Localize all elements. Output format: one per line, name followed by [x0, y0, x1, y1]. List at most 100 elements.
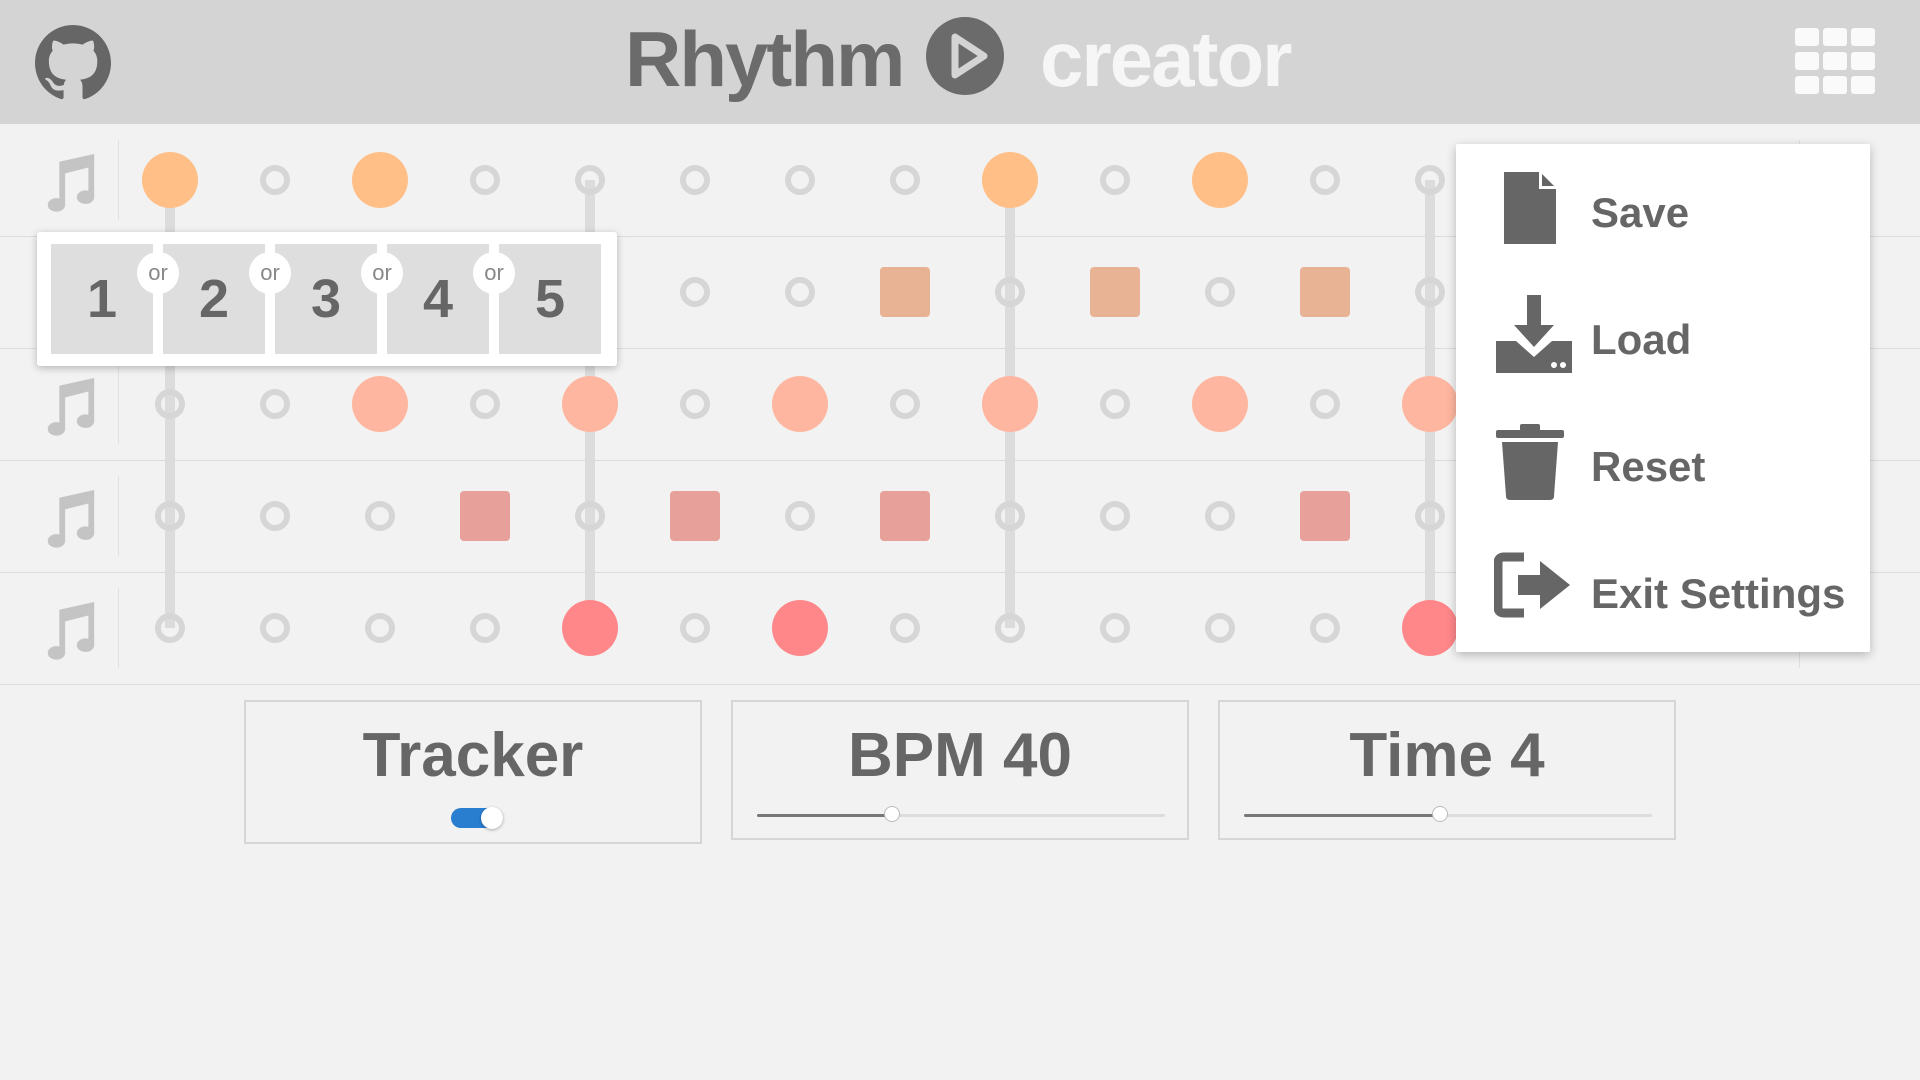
menu-item-exit-settings[interactable]: Exit Settings [1456, 537, 1870, 647]
repeat-option-2[interactable]: 2 [163, 244, 265, 354]
beat-cell-empty[interactable] [1100, 501, 1130, 531]
beat-cell-active[interactable] [562, 376, 618, 432]
beat-cell-empty[interactable] [680, 277, 710, 307]
time-panel: Time 4 [1218, 700, 1676, 840]
menu-label-exit-settings: Exit Settings [1591, 570, 1846, 617]
beat-cell-empty[interactable] [680, 165, 710, 195]
beat-cell-empty[interactable] [890, 613, 920, 643]
beat-cell-empty[interactable] [1310, 165, 1340, 195]
beat-cell-empty[interactable] [680, 389, 710, 419]
beat-cell-active[interactable] [352, 376, 408, 432]
menu-item-load[interactable]: Load [1456, 283, 1870, 393]
beat-cell-active[interactable] [1090, 267, 1140, 317]
beat-cell-empty[interactable] [1100, 613, 1130, 643]
row-divider [118, 140, 119, 220]
download-icon [1496, 295, 1572, 373]
beat-cell-empty[interactable] [995, 613, 1025, 643]
beat-cell-active[interactable] [460, 491, 510, 541]
beat-cell-empty[interactable] [365, 613, 395, 643]
beat-cell-empty[interactable] [470, 165, 500, 195]
bpm-slider-thumb[interactable] [883, 806, 900, 822]
beat-cell-active[interactable] [1402, 600, 1458, 656]
beat-cell-empty[interactable] [1100, 165, 1130, 195]
beat-cell-empty[interactable] [470, 613, 500, 643]
row-divider [118, 364, 119, 444]
beat-cell-empty[interactable] [260, 501, 290, 531]
beat-cell-active[interactable] [772, 376, 828, 432]
beat-cell-active[interactable] [880, 267, 930, 317]
beat-cell-empty[interactable] [575, 165, 605, 195]
row-divider [118, 476, 119, 556]
beat-cell-empty[interactable] [785, 277, 815, 307]
beat-cell-empty[interactable] [155, 613, 185, 643]
beat-cell-active[interactable] [982, 376, 1038, 432]
beat-cell-empty[interactable] [680, 613, 710, 643]
tracker-toggle[interactable] [451, 807, 503, 829]
exit-icon [1494, 552, 1570, 618]
beat-cell-empty[interactable] [1415, 165, 1445, 195]
beat-cell-empty[interactable] [1310, 389, 1340, 419]
beat-cell-empty[interactable] [260, 613, 290, 643]
repeat-option-3[interactable]: 3 [275, 244, 377, 354]
beat-cell-empty[interactable] [1205, 613, 1235, 643]
beat-cell-empty[interactable] [785, 165, 815, 195]
menu-item-save[interactable]: Save [1456, 156, 1870, 266]
grid-menu-icon[interactable] [1795, 28, 1875, 96]
beat-cell-empty[interactable] [155, 389, 185, 419]
beat-cell-active[interactable] [1192, 152, 1248, 208]
or-separator: or [361, 252, 403, 294]
time-slider-fill [1244, 814, 1440, 817]
app-header: Rhythm creator [0, 0, 1920, 124]
beat-cell-empty[interactable] [575, 501, 605, 531]
beat-cell-active[interactable] [982, 152, 1038, 208]
beat-cell-empty[interactable] [785, 501, 815, 531]
beat-cell-empty[interactable] [365, 501, 395, 531]
beat-cell-empty[interactable] [260, 389, 290, 419]
time-label: Time 4 [1349, 721, 1545, 790]
repeat-picker-popup: 1 2 3 4 5 or or or or [37, 232, 617, 366]
toggle-knob [481, 807, 503, 829]
music-note-icon[interactable] [38, 600, 100, 662]
beat-cell-active[interactable] [1300, 491, 1350, 541]
bpm-slider-fill [757, 814, 892, 817]
menu-item-reset[interactable]: Reset [1456, 410, 1870, 520]
beat-cell-active[interactable] [142, 152, 198, 208]
music-note-icon[interactable] [38, 376, 100, 438]
beat-cell-empty[interactable] [1415, 277, 1445, 307]
beat-cell-empty[interactable] [890, 389, 920, 419]
beat-cell-active[interactable] [352, 152, 408, 208]
settings-menu: Save Load Reset Exit Settings [1456, 144, 1870, 652]
beat-cell-active[interactable] [562, 600, 618, 656]
beat-cell-empty[interactable] [1100, 389, 1130, 419]
beat-cell-empty[interactable] [1415, 501, 1445, 531]
menu-label-load: Load [1591, 316, 1692, 363]
time-slider-thumb[interactable] [1431, 806, 1448, 822]
music-note-icon[interactable] [38, 488, 100, 550]
beat-cell-active[interactable] [880, 491, 930, 541]
beat-cell-empty[interactable] [1310, 613, 1340, 643]
or-separator: or [473, 252, 515, 294]
repeat-option-4[interactable]: 4 [387, 244, 489, 354]
play-icon[interactable] [926, 17, 1004, 95]
beat-cell-empty[interactable] [155, 501, 185, 531]
beat-cell-empty[interactable] [995, 277, 1025, 307]
repeat-option-1[interactable]: 1 [51, 244, 153, 354]
beat-cell-active[interactable] [670, 491, 720, 541]
tracker-label: Tracker [362, 721, 584, 790]
beat-cell-active[interactable] [1192, 376, 1248, 432]
repeat-option-5[interactable]: 5 [499, 244, 601, 354]
music-note-icon[interactable] [38, 152, 100, 214]
beat-cell-empty[interactable] [260, 165, 290, 195]
row-divider [118, 588, 119, 668]
bpm-slider[interactable] [757, 806, 1165, 822]
beat-cell-empty[interactable] [470, 389, 500, 419]
beat-cell-active[interactable] [1300, 267, 1350, 317]
or-separator: or [137, 252, 179, 294]
beat-cell-empty[interactable] [1205, 501, 1235, 531]
time-slider[interactable] [1244, 806, 1652, 822]
beat-cell-active[interactable] [772, 600, 828, 656]
beat-cell-empty[interactable] [1205, 277, 1235, 307]
beat-cell-active[interactable] [1402, 376, 1458, 432]
beat-cell-empty[interactable] [890, 165, 920, 195]
beat-cell-empty[interactable] [995, 501, 1025, 531]
